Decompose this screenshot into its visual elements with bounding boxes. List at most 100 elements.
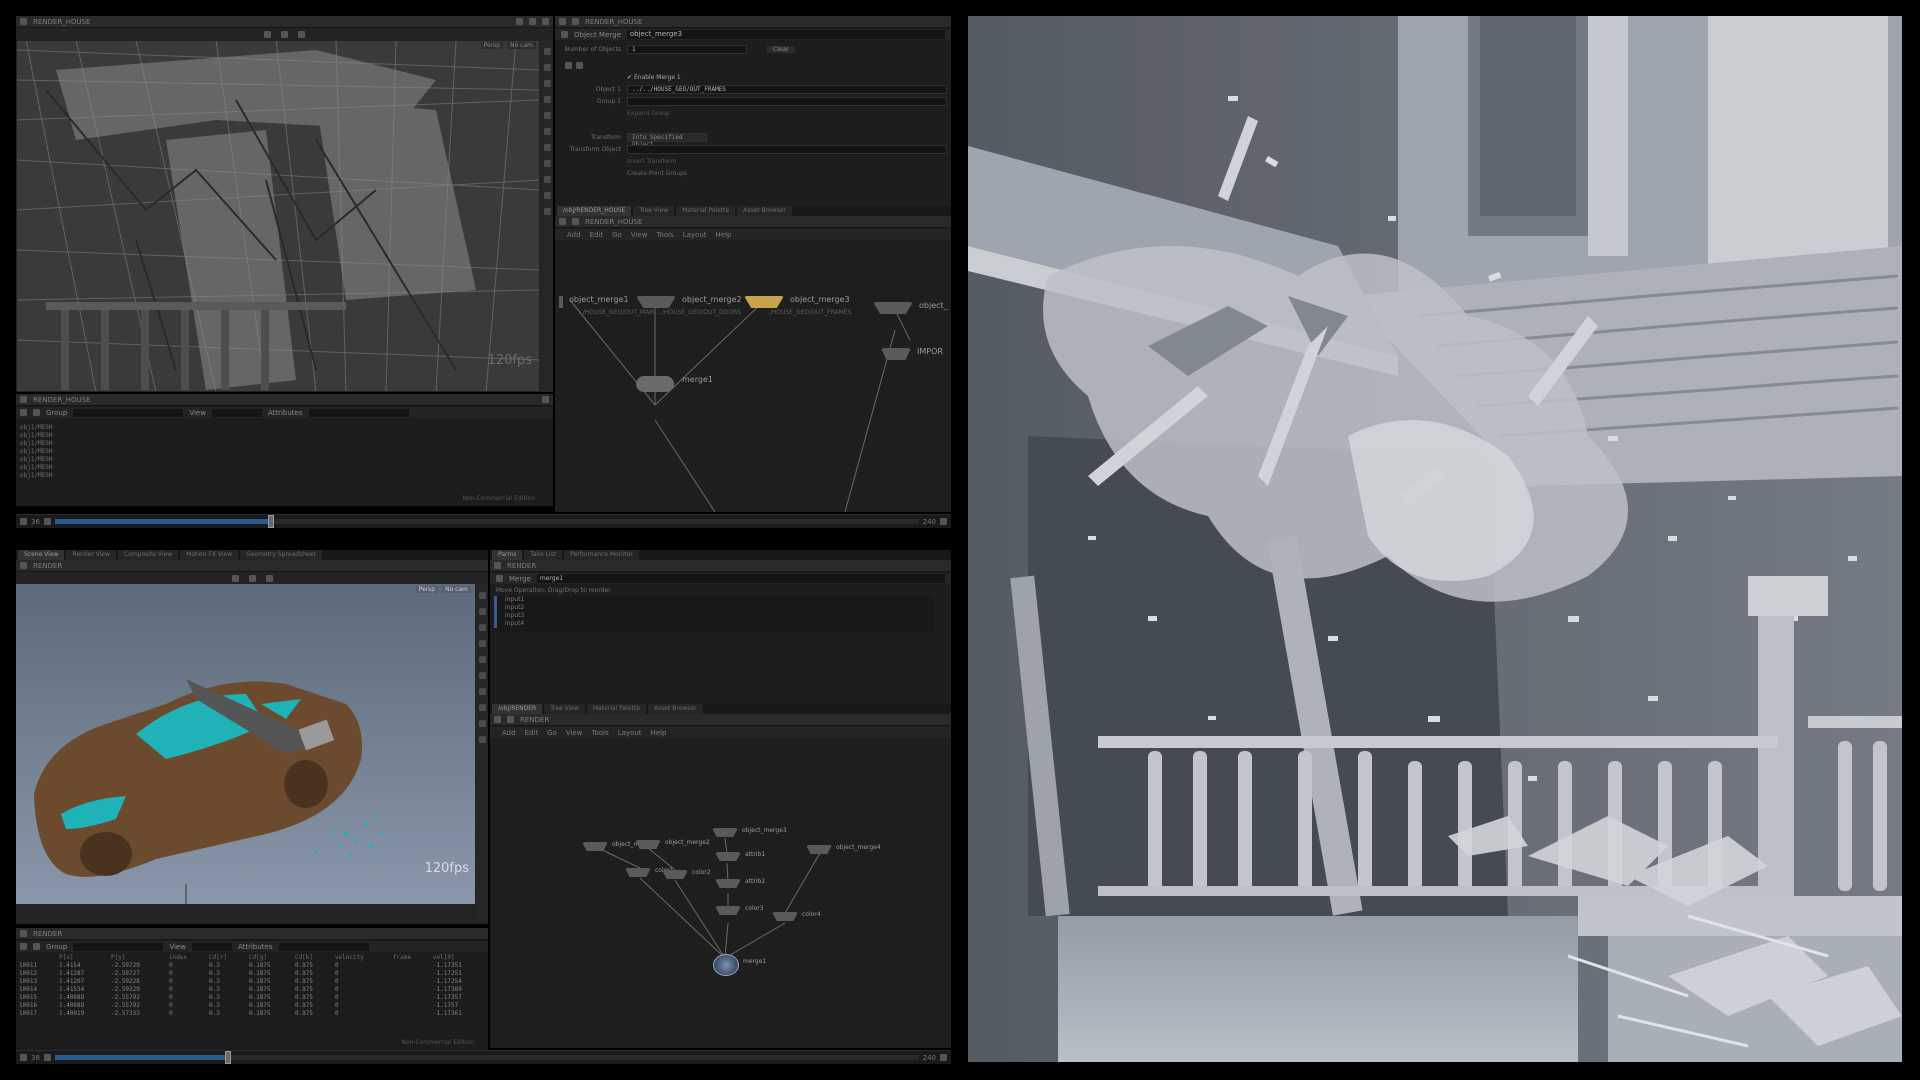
snap-icon[interactable] [265, 574, 273, 582]
invert-transform-checkbox[interactable]: Invert Transform [627, 158, 676, 165]
group-filter-input[interactable] [73, 942, 164, 951]
menu-item-layout[interactable]: Layout [683, 231, 707, 239]
menu-item-add[interactable]: Add [502, 729, 516, 737]
clear-button[interactable]: Clear [767, 46, 795, 53]
tab-asset-browser[interactable]: Asset Browser [737, 206, 792, 216]
timeline-playhead[interactable] [267, 515, 274, 528]
tab-geometry-spreadsheet[interactable]: Geometry Spreadsheet [240, 550, 322, 560]
forward-icon[interactable] [572, 18, 579, 25]
tab-network[interactable]: /obj/RENDER [492, 704, 543, 714]
render-icon[interactable] [478, 736, 486, 743]
table-row[interactable]: 10017 1.40019 -2.57333 0 0.3 0.1875 0.875 0 -1.1… [16, 1009, 488, 1017]
spreadsheet-row[interactable]: obj1/MESH [16, 424, 553, 432]
menu-item-help[interactable]: Help [651, 729, 667, 737]
normals-icon[interactable] [543, 112, 551, 119]
tab-material-palette[interactable]: Material Palette [676, 206, 736, 216]
bottom-viewport-canvas[interactable]: 120fps Persp No cam [16, 584, 475, 904]
merge-input-item[interactable]: input1 [494, 596, 934, 604]
timeline-scrubber[interactable] [54, 1051, 919, 1064]
points-icon[interactable] [478, 640, 486, 647]
column-header[interactable]: Cd[g] [246, 953, 292, 961]
spreadsheet-row[interactable]: obj1/MESH [16, 464, 553, 472]
persp-button[interactable]: Persp [480, 42, 504, 49]
snap-icon[interactable] [298, 30, 305, 38]
tab-performance-monitor[interactable]: Performance Monitor [564, 550, 639, 560]
back-icon[interactable] [559, 18, 566, 25]
node-name-field[interactable]: object_merge3 [626, 30, 945, 39]
tab-material-palette[interactable]: Material Palette [586, 704, 646, 714]
menu-item-edit[interactable]: Edit [525, 729, 539, 737]
expand-group-checkbox[interactable]: Expand Group [627, 110, 670, 117]
viewport-menu-icon[interactable] [20, 18, 27, 25]
wire-icon[interactable] [478, 672, 486, 679]
current-frame[interactable]: 36 [31, 518, 40, 526]
transform-object-field[interactable] [627, 145, 947, 154]
attributes-filter-input[interactable] [308, 408, 409, 417]
table-row[interactable]: 10016 1.40088 -2.55792 0 0.3 0.1875 0.875 0 -1.1… [16, 1001, 488, 1009]
forward-icon[interactable] [572, 218, 579, 225]
tab-scene-view[interactable]: Scene View [18, 550, 65, 560]
current-frame[interactable]: 38 [31, 1054, 40, 1062]
bg-icon[interactable] [478, 704, 486, 711]
step-icon[interactable] [43, 518, 51, 525]
menu-item-add[interactable]: Add [567, 231, 581, 239]
spreadsheet-row[interactable]: obj1/MESH [16, 440, 553, 448]
remove-icon[interactable] [576, 62, 583, 69]
fit-icon[interactable] [543, 208, 551, 215]
column-header[interactable]: Cd[r] [206, 953, 246, 961]
ghost-icon[interactable] [478, 688, 486, 695]
points-icon[interactable] [543, 96, 551, 103]
pin-icon[interactable] [516, 18, 523, 25]
tab-network[interactable]: /obj/RENDER_HOUSE [557, 206, 632, 216]
table-row[interactable]: 10011 1.4154 -2.59729 0 0.3 0.1875 0.875 0 -1.17… [16, 961, 488, 969]
view-dropdown[interactable] [191, 942, 232, 951]
prims-mode-icon[interactable] [33, 943, 40, 950]
back-icon[interactable] [494, 716, 501, 723]
link-icon[interactable] [529, 18, 536, 25]
add-icon[interactable] [565, 62, 572, 69]
grid-icon[interactable] [543, 64, 551, 71]
shading-icon[interactable] [478, 592, 486, 599]
forward-icon[interactable] [507, 716, 514, 723]
ghost-icon[interactable] [543, 144, 551, 151]
step-icon[interactable] [43, 1054, 51, 1061]
camera-icon[interactable] [264, 30, 271, 38]
menu-item-layout[interactable]: Layout [618, 729, 642, 737]
display-icon[interactable] [248, 574, 256, 582]
tab-composite-view[interactable]: Composite View [117, 550, 179, 560]
menu-item-view[interactable]: View [566, 729, 583, 737]
top-viewport-canvas[interactable]: 120fps Persp No cam [16, 40, 540, 392]
column-header[interactable]: velocity [332, 953, 390, 961]
tab-render-view[interactable]: Render View [66, 550, 116, 560]
column-header[interactable]: Cd[b] [292, 953, 332, 961]
timeline-playhead[interactable] [224, 1051, 231, 1064]
table-row[interactable]: 10012 1.41287 -2.58727 0 0.3 0.1875 0.875 0 -1.1… [16, 969, 488, 977]
tab-tree-view[interactable]: Tree View [544, 704, 585, 714]
tab-motion-fx-view[interactable]: Motion FX View [180, 550, 239, 560]
menu-item-tools[interactable]: Tools [656, 231, 673, 239]
spreadsheet-row[interactable]: obj1/MESH [16, 432, 553, 440]
camera-icon[interactable] [231, 574, 239, 582]
object-path-field[interactable]: ../../HOUSE_GEO/OUT_FRAMES [627, 85, 947, 94]
persp-button[interactable]: Persp [415, 586, 439, 593]
camera-button[interactable]: No cam [507, 42, 536, 49]
create-point-groups-checkbox[interactable]: Create Point Groups [627, 170, 687, 177]
column-header[interactable] [16, 953, 56, 961]
key-icon[interactable] [940, 518, 947, 525]
merge-input-item[interactable]: input2 [494, 604, 934, 612]
menu-item-help[interactable]: Help [716, 231, 732, 239]
wire-icon[interactable] [543, 128, 551, 135]
column-header[interactable]: index [166, 953, 206, 961]
group-field[interactable] [627, 97, 947, 106]
play-icon[interactable] [20, 518, 27, 525]
layout-icon[interactable] [542, 18, 549, 25]
menu-item-view[interactable]: View [631, 231, 648, 239]
transform-dropdown[interactable]: Into Specified Object [627, 133, 707, 148]
pane-menu-icon[interactable] [20, 930, 27, 937]
key-icon[interactable] [940, 1054, 947, 1061]
merge-input-item[interactable]: input3 [494, 612, 934, 620]
pane-menu-icon[interactable] [20, 396, 27, 403]
enable-merge-checkbox[interactable]: ✔ Enable Merge 1 [627, 74, 681, 81]
menu-item-go[interactable]: Go [612, 231, 622, 239]
tab-take-list[interactable]: Take List [524, 550, 563, 560]
